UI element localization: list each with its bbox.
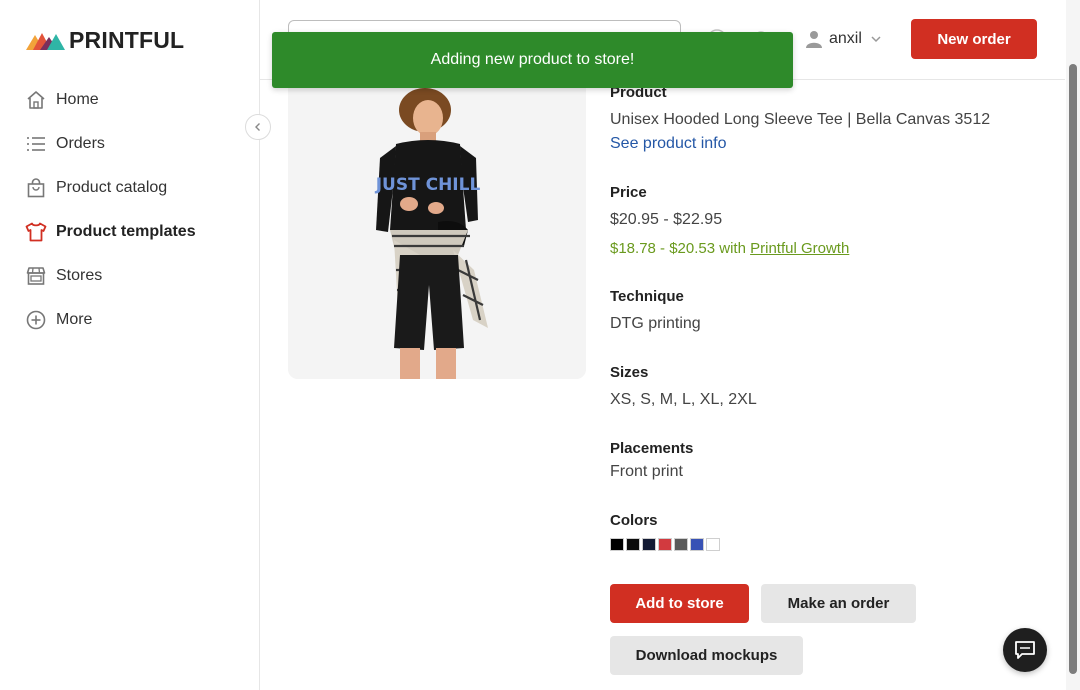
user-avatar-icon: [806, 31, 822, 48]
color-swatch[interactable]: [610, 538, 624, 551]
printful-logo[interactable]: PRINTFUL: [26, 28, 184, 52]
new-order-button[interactable]: New order: [911, 19, 1037, 59]
color-swatch[interactable]: [674, 538, 688, 551]
store-icon: [25, 265, 47, 287]
model-hoodie-mockup-image: JUST CHILL: [288, 80, 586, 379]
sizes-heading: Sizes: [610, 364, 649, 381]
product-name: Unisex Hooded Long Sleeve Tee | Bella Ca…: [610, 111, 991, 128]
growth-price: $18.78 - $20.53 with Printful Growth: [610, 240, 849, 257]
list-icon: [25, 133, 47, 155]
sidebar-item-label: Product catalog: [56, 179, 168, 196]
plus-circle-icon: [25, 309, 47, 331]
sidebar-item-more[interactable]: More: [0, 298, 259, 342]
sidebar: PRINTFUL Home Orders Product catalog Pro…: [0, 0, 260, 690]
growth-price-text: $18.78 - $20.53 with: [610, 240, 751, 257]
sidebar-item-product-templates[interactable]: Product templates: [0, 210, 259, 254]
price-range: $20.95 - $22.95: [610, 211, 723, 228]
chevron-left-icon: [255, 123, 260, 131]
scrollbar-thumb[interactable]: [1069, 64, 1077, 674]
color-swatches: [610, 538, 720, 551]
color-swatch[interactable]: [658, 538, 672, 551]
sidebar-item-label: Stores: [56, 267, 103, 284]
add-to-store-button[interactable]: Add to store: [610, 584, 749, 623]
shopping-bag-icon: [25, 177, 47, 199]
sidebar-item-label: Product templates: [56, 223, 196, 240]
color-swatch[interactable]: [626, 538, 640, 551]
product-mockup-image: JUST CHILL: [288, 80, 586, 379]
sidebar-item-stores[interactable]: Stores: [0, 254, 259, 298]
sidebar-item-label: Orders: [56, 135, 105, 152]
price-heading: Price: [610, 184, 647, 201]
make-an-order-button[interactable]: Make an order: [761, 584, 916, 623]
logo-text: PRINTFUL: [69, 27, 185, 53]
printful-growth-link[interactable]: Printful Growth: [750, 240, 849, 257]
sidebar-item-product-catalog[interactable]: Product catalog: [0, 166, 259, 210]
sidebar-nav: Home Orders Product catalog Product temp…: [0, 78, 259, 342]
color-swatch[interactable]: [642, 538, 656, 551]
technique-value: DTG printing: [610, 315, 701, 332]
toast-notification: Adding new product to store!: [272, 32, 793, 88]
sidebar-item-label: More: [56, 311, 93, 328]
sizes-value: XS, S, M, L, XL, 2XL: [610, 391, 757, 408]
download-mockups-button[interactable]: Download mockups: [610, 636, 803, 675]
home-icon: [25, 89, 47, 111]
user-menu[interactable]: anxil: [805, 28, 882, 50]
technique-heading: Technique: [610, 288, 684, 305]
chat-bubble-icon: [1015, 641, 1035, 659]
shirt-print-text: JUST CHILL: [375, 175, 481, 195]
chat-support-button[interactable]: [1003, 628, 1047, 672]
sidebar-item-label: Home: [56, 91, 99, 108]
user-name: anxil: [829, 30, 862, 47]
placements-heading: Placements: [610, 440, 694, 457]
color-swatch[interactable]: [706, 538, 720, 551]
colors-heading: Colors: [610, 512, 658, 529]
chevron-down-icon: [871, 36, 881, 43]
collapse-sidebar-button[interactable]: [245, 114, 271, 140]
color-swatch[interactable]: [690, 538, 704, 551]
sidebar-item-home[interactable]: Home: [0, 78, 259, 122]
sidebar-item-orders[interactable]: Orders: [0, 122, 259, 166]
logo-mark-icon: [26, 33, 65, 50]
see-product-info-link[interactable]: See product info: [610, 135, 727, 153]
placements-value: Front print: [610, 463, 683, 480]
tshirt-icon: [25, 221, 47, 243]
